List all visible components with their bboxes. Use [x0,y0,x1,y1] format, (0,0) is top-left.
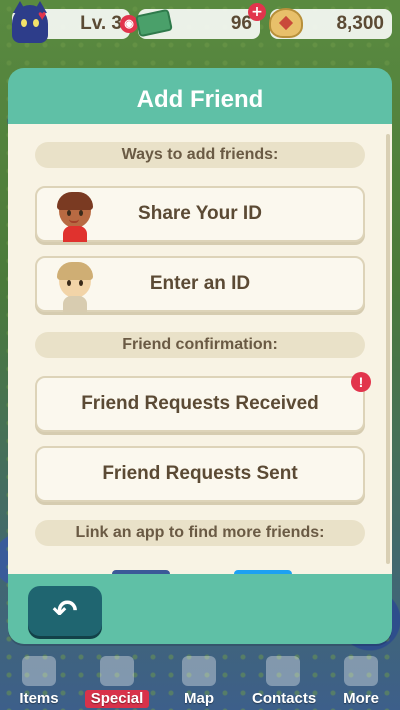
scrollbar[interactable] [386,134,390,564]
friend-requests-received-label: Friend Requests Received [81,393,319,414]
nav-more-label: More [343,690,379,707]
player-cat-icon: ♥ [12,1,48,43]
level-text: Lv. 3 [80,13,122,34]
bottom-navigation: Items Special Map Contacts More [0,652,400,710]
nav-contacts-label: Contacts [252,690,317,707]
dialog-title: Add Friend [136,86,264,113]
nav-map-label: Map [184,690,214,707]
add-friend-dialog: Add Friend Ways to add friends: Share Yo… [8,68,392,644]
nav-items-label: Items [19,690,59,707]
enter-an-id-label: Enter an ID [149,273,251,294]
heart-icon: ♥ [38,7,47,23]
dialog-content[interactable]: Ways to add friends: Share Your ID Enter… [8,124,392,574]
back-arrow-icon: ↶ [52,593,78,629]
cat-icon [266,656,300,686]
section-link-app: Link an app to find more friends: [35,520,365,546]
pencil-icon [100,656,134,686]
player-avatar-icon [55,262,95,312]
share-your-id-label: Share Your ID [138,203,262,224]
status-bar: ♥ Lv. 3 ◉ 96 + 8,300 [0,0,400,46]
bell-bag-icon [266,3,306,43]
nav-more[interactable]: More [324,656,398,710]
share-your-id-button[interactable]: Share Your ID [35,186,365,242]
add-tickets-plus-icon[interactable]: + [248,3,266,21]
map-icon [182,656,216,686]
nav-map[interactable]: Map [162,656,236,710]
friend-requests-received-button[interactable]: Friend Requests Received ! [35,372,371,432]
grid-icon [344,656,378,686]
notification-alert-icon: ! [351,372,371,392]
bells-counter[interactable]: 8,300 [269,8,392,39]
leaf-ticket-icon [134,3,174,43]
enter-an-id-button[interactable]: Enter an ID [35,256,365,312]
nav-special-label: Special [84,690,150,708]
friend-requests-sent-button[interactable]: Friend Requests Sent [35,446,365,502]
section-friend-confirmation: Friend confirmation: [35,332,365,358]
dialog-footer: ↶ [8,574,392,644]
bells-value: 8,300 [336,13,384,34]
nav-contacts[interactable]: Contacts [246,656,320,710]
backpack-icon [22,656,56,686]
leaf-tickets-counter[interactable]: 96 + [135,3,266,39]
nav-special[interactable]: Special [80,656,154,710]
level-indicator[interactable]: ♥ Lv. 3 ◉ [12,1,138,43]
section-ways-to-add: Ways to add friends: [35,142,365,168]
villager-avatar-icon [55,192,95,242]
nav-items[interactable]: Items [2,656,76,710]
back-button[interactable]: ↶ [28,586,102,636]
friend-requests-sent-label: Friend Requests Sent [102,463,298,484]
